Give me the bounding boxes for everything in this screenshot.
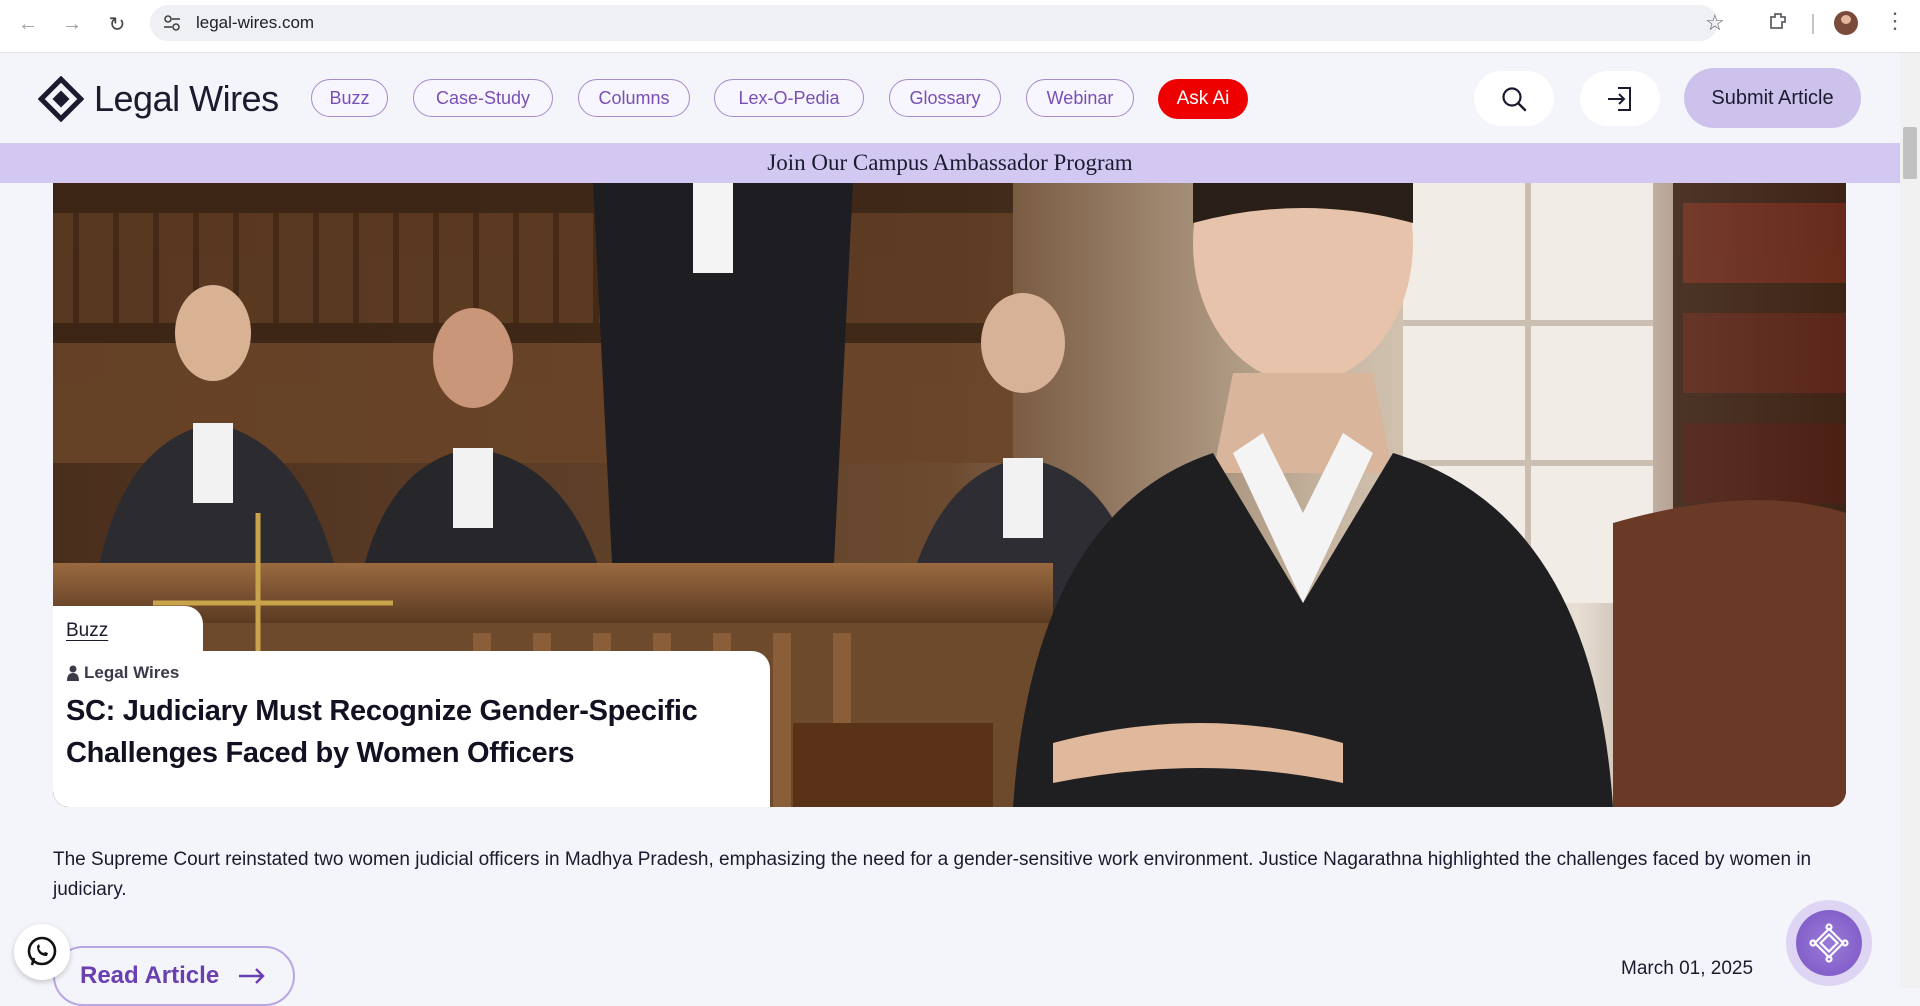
nav-buzz[interactable]: Buzz [311, 79, 388, 117]
category-link[interactable]: Buzz [66, 620, 108, 642]
chatbot-emblem-icon [1809, 923, 1849, 963]
reload-icon[interactable]: ↻ [103, 10, 131, 38]
toolbar-divider [1812, 14, 1814, 34]
search-icon [1502, 86, 1527, 111]
article-date: March 01, 2025 [1621, 958, 1754, 979]
arrow-right-icon [239, 968, 265, 984]
logo-text: Legal Wires [94, 78, 279, 119]
read-article-label: Read Article [80, 962, 220, 989]
nav-case-study[interactable]: Case-Study [413, 79, 553, 117]
login-icon [1608, 86, 1631, 111]
back-arrow-icon[interactable]: ← [14, 10, 42, 38]
address-bar[interactable] [150, 5, 1718, 41]
site-logo[interactable]: Legal Wires [37, 75, 279, 123]
submit-article-button[interactable]: Submit Article [1684, 68, 1861, 128]
ask-ai-button[interactable]: Ask Ai [1158, 79, 1248, 119]
url-text[interactable]: legal-wires.com [196, 13, 314, 33]
page-scrollbar[interactable] [1900, 53, 1920, 988]
extensions-icon[interactable] [1767, 10, 1789, 38]
article-summary: The Supreme Court reinstated two women j… [53, 849, 1812, 900]
nav-webinar[interactable]: Webinar [1026, 79, 1134, 117]
campus-ambassador-banner[interactable]: Join Our Campus Ambassador Program [0, 143, 1900, 183]
profile-avatar[interactable] [1834, 11, 1858, 35]
article-author[interactable]: Legal Wires [66, 663, 179, 683]
forward-arrow-icon[interactable]: → [58, 10, 86, 38]
nav-columns[interactable]: Columns [578, 79, 690, 117]
author-name: Legal Wires [84, 663, 180, 682]
logo-diamond-icon [37, 75, 85, 123]
chatbot-button[interactable] [1796, 910, 1862, 976]
nav-glossary[interactable]: Glossary [889, 79, 1001, 117]
bookmark-star-icon[interactable]: ☆ [1705, 10, 1725, 36]
browser-toolbar: ← → ↻ legal-wires.com ☆ ⋮ [0, 0, 1920, 53]
read-article-button[interactable]: Read Article [53, 946, 295, 1006]
whatsapp-icon [27, 936, 57, 966]
nav-lex-o-pedia[interactable]: Lex-O-Pedia [714, 79, 864, 117]
article-headline[interactable]: SC: Judiciary Must Recognize Gender-Spec… [66, 690, 746, 774]
user-icon [67, 665, 79, 681]
login-button[interactable] [1580, 71, 1660, 126]
browser-menu-icon[interactable]: ⋮ [1884, 8, 1906, 34]
site-info-icon[interactable] [162, 13, 182, 33]
search-button[interactable] [1474, 71, 1554, 126]
site-header: Legal Wires Buzz Case-Study Columns Lex-… [0, 53, 1900, 143]
scrollbar-thumb[interactable] [1903, 127, 1917, 179]
whatsapp-button[interactable] [14, 924, 70, 980]
